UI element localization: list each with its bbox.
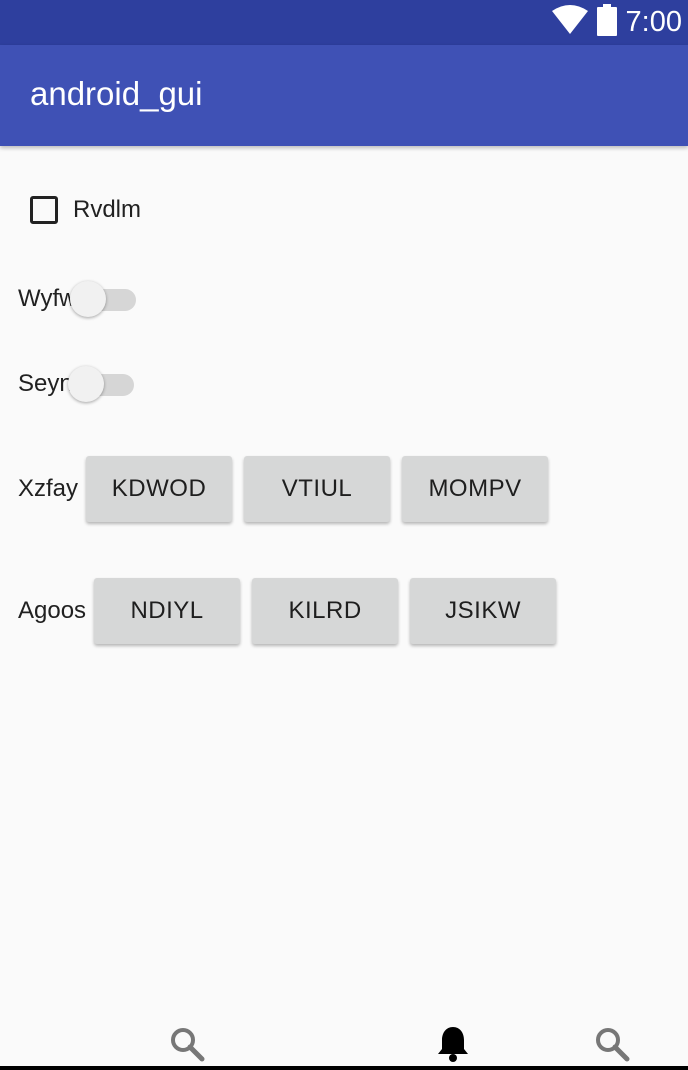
checkbox-rvdlm[interactable]: Rvdlm — [30, 193, 141, 227]
kilrd-button[interactable]: KILRD — [252, 578, 399, 644]
battery-icon — [596, 4, 618, 41]
app-title: android_gui — [30, 75, 203, 112]
wifi-icon — [551, 5, 588, 40]
bottom-nav — [0, 1010, 688, 1070]
bell-icon[interactable] — [433, 1024, 473, 1064]
switch-wyfwo[interactable] — [69, 279, 136, 319]
ndiyl-button[interactable]: NDIYL — [94, 578, 241, 644]
status-bar: 7:00 — [0, 0, 688, 45]
mompv-button[interactable]: MOMPV — [402, 456, 549, 522]
button-row-label: Xzfay — [18, 475, 79, 502]
status-time: 7:00 — [625, 6, 682, 38]
checkbox-box[interactable] — [30, 196, 58, 224]
switch-row-seynq: Seynq — [18, 364, 135, 404]
switch-row-wyfwo: Wyfwo — [18, 279, 136, 319]
switch-thumb[interactable] — [68, 366, 105, 402]
button-row-label: Agoos — [18, 597, 87, 624]
jsikw-button[interactable]: JSIKW — [410, 578, 557, 644]
status-icons: 7:00 — [551, 0, 682, 45]
kdwod-button[interactable]: KDWOD — [86, 456, 233, 522]
search-icon[interactable] — [167, 1024, 207, 1064]
search-icon[interactable] — [592, 1024, 632, 1064]
checkbox-label: Rvdlm — [73, 196, 142, 223]
bottom-edge — [0, 1066, 688, 1070]
switch-thumb[interactable] — [69, 281, 106, 317]
switch-seynq[interactable] — [68, 364, 135, 404]
button-row-xzfay: Xzfay KDWOD VTIUL MOMPV — [18, 455, 549, 523]
button-row-agoos: Agoos NDIYL KILRD JSIKW — [18, 577, 557, 645]
app-bar: android_gui — [0, 45, 688, 146]
vtiul-button[interactable]: VTIUL — [244, 456, 391, 522]
